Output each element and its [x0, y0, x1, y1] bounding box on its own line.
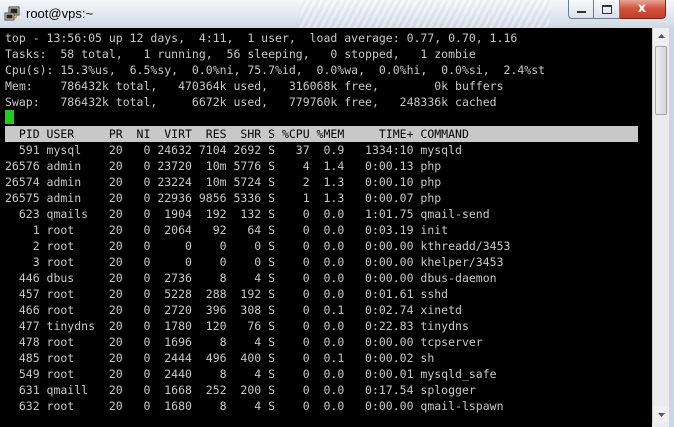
process-row: 26574 admin 20 0 23224 10m 5724 S 2 1.3 …	[5, 175, 442, 189]
process-row: 477 tinydns 20 0 1780 120 76 S 0 0.0 0:2…	[5, 319, 469, 333]
window-title: root@vps:~	[26, 6, 94, 21]
maximize-button[interactable]	[594, 0, 620, 19]
close-icon: x	[637, 1, 647, 16]
process-row: 485 root 20 0 2444 496 400 S 0 0.1 0:00.…	[5, 351, 435, 365]
process-row: 549 root 20 0 2440 8 4 S 0 0.0 0:00.01 m…	[5, 367, 497, 381]
top-swap-line: Swap: 786432k total, 6672k used, 779760k…	[5, 95, 497, 109]
vertical-scrollbar[interactable]	[652, 28, 670, 423]
process-row: 457 root 20 0 5228 288 192 S 0 0.0 0:01.…	[5, 287, 449, 301]
process-row: 623 qmails 20 0 1904 192 132 S 0 0.0 1:0…	[5, 207, 490, 221]
top-uptime-line: top - 13:56:05 up 12 days, 4:11, 1 user,…	[5, 31, 518, 45]
process-row: 3 root 20 0 0 0 0 S 0 0.0 0:00.00 khelpe…	[5, 255, 504, 269]
scroll-up-button[interactable]	[653, 28, 670, 45]
scroll-down-icon	[658, 413, 665, 417]
scrollbar-thumb[interactable]	[655, 46, 667, 115]
terminal-screen[interactable]: top - 13:56:05 up 12 days, 4:11, 1 user,…	[0, 28, 652, 427]
terminal-cursor	[5, 110, 14, 124]
process-row: 478 root 20 0 1696 8 4 S 0 0.0 0:00.00 t…	[5, 335, 483, 349]
window-frame	[669, 28, 674, 427]
process-row: 591 mysql 20 0 24632 7104 2692 S 37 0.9 …	[5, 143, 462, 157]
scroll-up-icon	[658, 34, 665, 38]
process-row: 1 root 20 0 2064 92 64 S 0 0.0 0:03.19 i…	[5, 223, 449, 237]
process-row: 26576 admin 20 0 23720 10m 5776 S 4 1.4 …	[5, 159, 442, 173]
process-row: 2 root 20 0 0 0 0 S 0 0.0 0:00.00 kthrea…	[5, 239, 511, 253]
putty-icon[interactable]	[4, 6, 20, 22]
minimize-icon	[577, 11, 586, 13]
process-row: 466 root 20 0 2720 396 308 S 0 0.1 0:02.…	[5, 303, 462, 317]
top-tasks-line: Tasks: 58 total, 1 running, 56 sleeping,…	[5, 47, 476, 61]
maximize-icon	[602, 5, 612, 14]
process-table-header: PID USER PR NI VIRT RES SHR S %CPU %MEM …	[5, 126, 638, 142]
minimize-button[interactable]	[568, 0, 594, 19]
process-row: 446 dbus 20 0 2736 8 4 S 0 0.0 0:00.00 d…	[5, 271, 497, 285]
process-row: 26575 admin 20 0 22936 9856 5336 S 1 1.3…	[5, 191, 442, 205]
top-cpu-line: Cpu(s): 15.3%us, 6.5%sy, 0.0%ni, 75.7%id…	[5, 63, 546, 77]
scroll-down-button[interactable]	[653, 406, 670, 423]
process-row: 632 root 20 0 1680 8 4 S 0 0.0 0:00.00 q…	[5, 399, 504, 413]
process-row: 631 qmaill 20 0 1668 252 200 S 0 0.0 0:1…	[5, 383, 476, 397]
window-controls: x	[568, 0, 666, 20]
top-mem-line: Mem: 786432k total, 470364k used, 316068…	[5, 79, 504, 93]
close-button[interactable]: x	[620, 0, 666, 19]
title-bar[interactable]: root@vps:~ x	[0, 0, 674, 29]
